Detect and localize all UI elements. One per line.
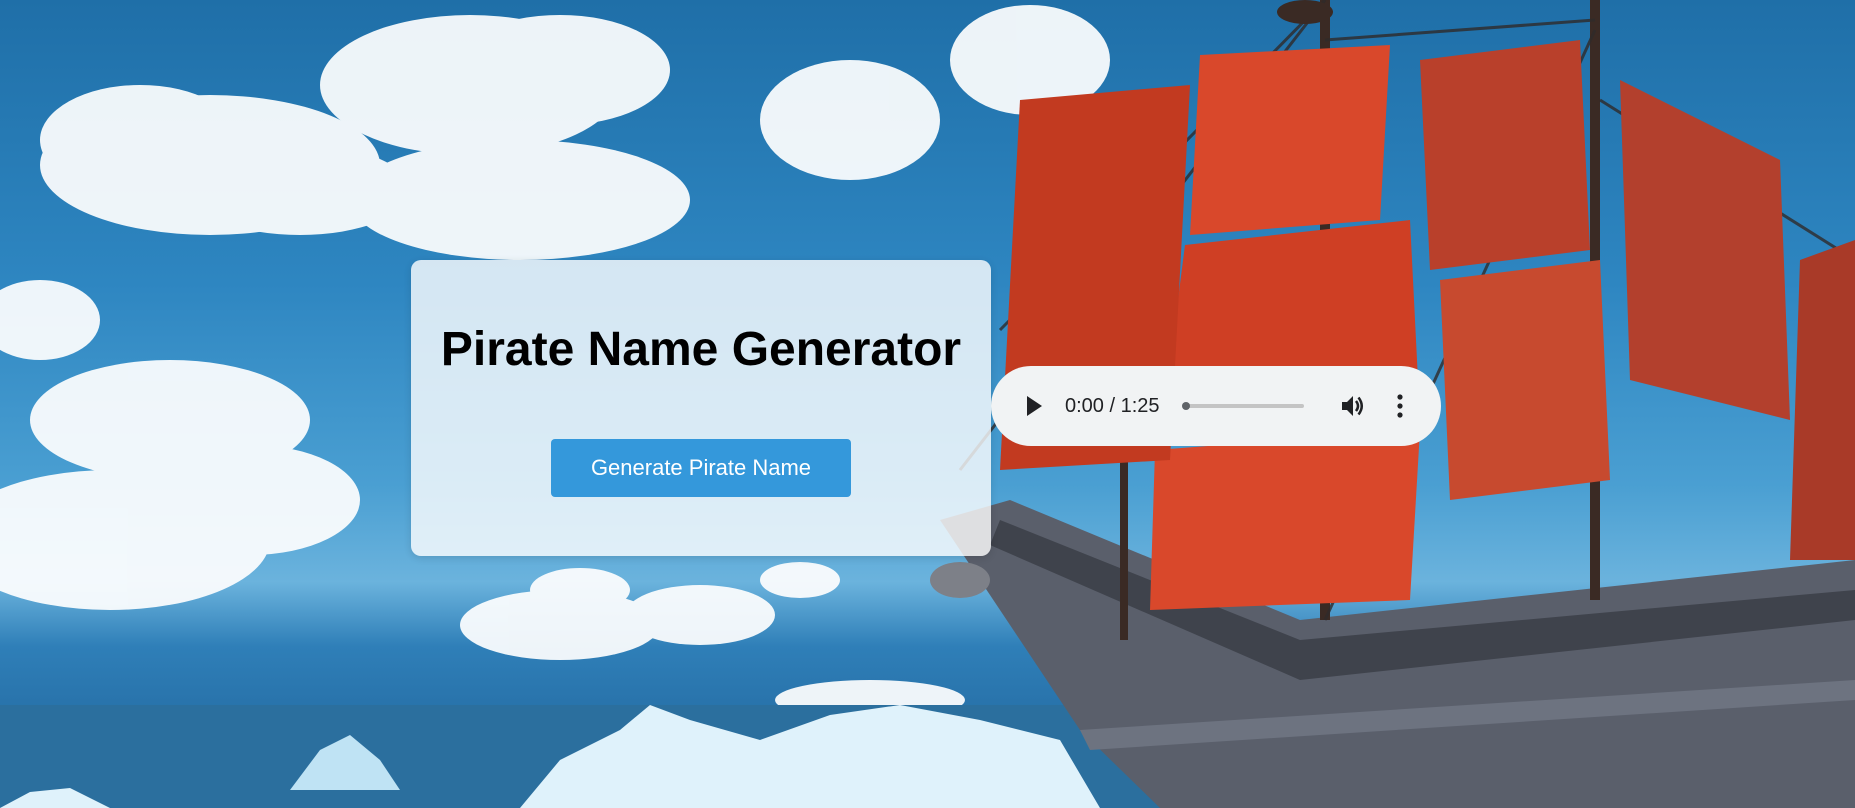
audio-player: 0:00 / 1:25 (991, 366, 1441, 446)
play-icon[interactable] (1019, 391, 1049, 421)
audio-progress-slider[interactable] (1181, 402, 1304, 410)
audio-time-display: 0:00 / 1:25 (1065, 394, 1160, 417)
page-title: Pirate Name Generator (440, 323, 962, 376)
generate-pirate-name-button[interactable]: Generate Pirate Name (551, 439, 851, 497)
more-options-icon[interactable] (1390, 391, 1410, 421)
volume-icon[interactable] (1338, 391, 1368, 421)
generator-card: Pirate Name Generator Generate Pirate Na… (411, 260, 991, 556)
audio-progress-thumb[interactable] (1181, 402, 1190, 410)
